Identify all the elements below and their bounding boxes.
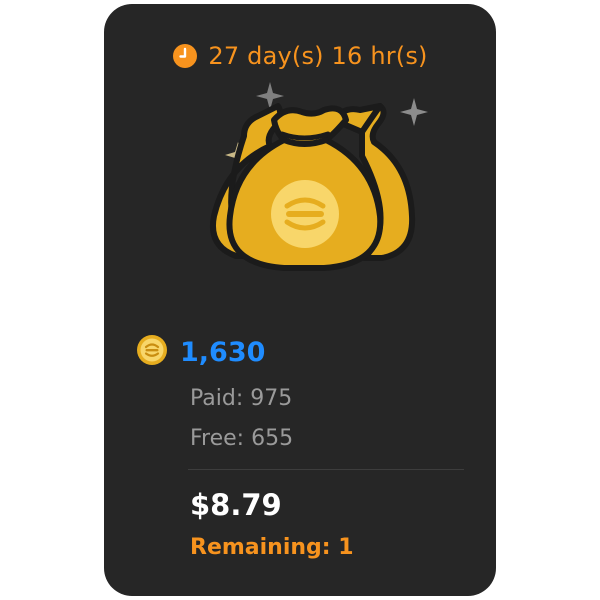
countdown-text: 27 day(s) 16 hr(s) [208, 42, 428, 70]
coin-total: 1,630 [136, 334, 265, 370]
countdown-timer: 27 day(s) 16 hr(s) [104, 42, 496, 70]
price-label[interactable]: $8.79 [190, 488, 282, 522]
clock-icon [172, 43, 198, 69]
paid-coins-label: Paid: 975 [190, 386, 293, 411]
free-coins-label: Free: 655 [190, 426, 294, 451]
remaining-count: Remaining: 1 [190, 535, 354, 560]
coin-icon [136, 334, 168, 370]
total-coin-value: 1,630 [180, 336, 266, 368]
coin-pack-card[interactable]: 27 day(s) 16 hr(s) 1,630 Paid: 975 Free:… [104, 4, 496, 596]
money-bags-icon [174, 76, 434, 286]
divider [188, 469, 464, 470]
